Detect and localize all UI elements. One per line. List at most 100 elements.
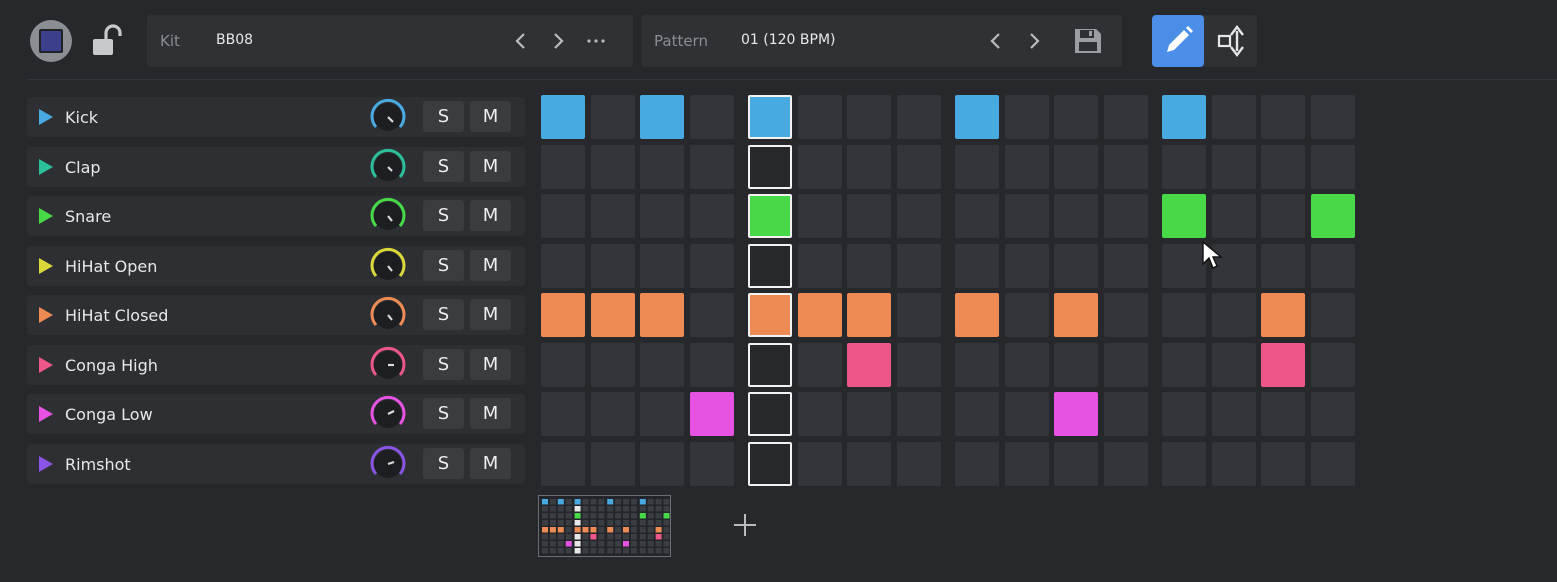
step-cell[interactable] [1211,343,1256,387]
step-cell[interactable] [896,343,941,387]
step-cell[interactable] [847,194,891,238]
volume-knob[interactable] [367,393,409,435]
step-cell[interactable] [748,392,792,436]
step-cell[interactable] [541,293,585,337]
step-cell[interactable] [847,244,891,288]
step-cell[interactable] [1004,392,1049,436]
step-cell[interactable] [1004,145,1049,189]
step-cell[interactable] [1310,95,1355,139]
step-cell[interactable] [590,293,635,337]
solo-button[interactable]: S [423,101,464,132]
step-cell[interactable] [541,392,585,436]
step-cell[interactable] [797,194,842,238]
step-cell[interactable] [689,145,734,189]
step-cell[interactable] [640,244,684,288]
step-cell[interactable] [689,194,734,238]
step-cell[interactable] [640,145,684,189]
step-cell[interactable] [590,343,635,387]
step-cell[interactable] [1103,392,1148,436]
resize-tool-button[interactable] [1210,15,1257,67]
step-cell[interactable] [1054,145,1098,189]
step-cell[interactable] [1211,392,1256,436]
step-cell[interactable] [1004,293,1049,337]
step-cell[interactable] [797,145,842,189]
mute-button[interactable]: M [470,101,511,132]
step-cell[interactable] [847,442,891,486]
step-cell[interactable] [1103,442,1148,486]
step-cell[interactable] [748,442,792,486]
step-cell[interactable] [847,343,891,387]
play-icon[interactable] [37,356,55,374]
volume-knob[interactable] [367,443,409,485]
unlocked-icon[interactable] [90,22,124,60]
step-cell[interactable] [1162,244,1206,288]
step-cell[interactable] [1054,194,1098,238]
solo-button[interactable]: S [423,448,464,479]
step-cell[interactable] [797,95,842,139]
step-cell[interactable] [689,343,734,387]
step-cell[interactable] [1004,194,1049,238]
step-cell[interactable] [748,145,792,189]
volume-knob[interactable] [367,96,409,138]
solo-button[interactable]: S [423,349,464,380]
step-cell[interactable] [1310,392,1355,436]
volume-knob[interactable] [367,146,409,188]
mute-button[interactable]: M [470,299,511,330]
step-cell[interactable] [896,293,941,337]
step-cell[interactable] [1103,194,1148,238]
play-icon[interactable] [37,257,55,275]
mute-button[interactable]: M [470,250,511,281]
pattern-thumbnail[interactable] [538,495,671,557]
step-cell[interactable] [797,442,842,486]
step-cell[interactable] [1103,145,1148,189]
step-cell[interactable] [541,194,585,238]
step-cell[interactable] [1310,343,1355,387]
step-cell[interactable] [1261,442,1305,486]
step-cell[interactable] [1004,442,1049,486]
step-cell[interactable] [896,145,941,189]
step-cell[interactable] [1211,145,1256,189]
step-cell[interactable] [748,194,792,238]
solo-button[interactable]: S [423,151,464,182]
step-cell[interactable] [590,442,635,486]
play-icon[interactable] [37,108,55,126]
play-icon[interactable] [37,207,55,225]
play-icon[interactable] [37,405,55,423]
step-cell[interactable] [689,293,734,337]
step-cell[interactable] [640,194,684,238]
volume-knob[interactable] [367,195,409,237]
mute-button[interactable]: M [470,200,511,231]
step-cell[interactable] [541,343,585,387]
kit-selector[interactable]: Kit BB08 [147,15,633,67]
play-icon[interactable] [37,306,55,324]
step-cell[interactable] [1162,392,1206,436]
mute-button[interactable]: M [470,398,511,429]
step-cell[interactable] [1261,194,1305,238]
step-cell[interactable] [1310,293,1355,337]
step-cell[interactable] [590,194,635,238]
step-cell[interactable] [1211,194,1256,238]
step-cell[interactable] [955,95,999,139]
step-cell[interactable] [1103,244,1148,288]
pattern-selector[interactable]: Pattern 01 (120 BPM) [642,15,1122,67]
step-cell[interactable] [689,244,734,288]
step-cell[interactable] [541,442,585,486]
step-cell[interactable] [896,244,941,288]
step-cell[interactable] [1261,95,1305,139]
step-cell[interactable] [1162,95,1206,139]
step-cell[interactable] [1103,95,1148,139]
play-icon[interactable] [37,158,55,176]
step-cell[interactable] [590,95,635,139]
step-cell[interactable] [1310,145,1355,189]
step-cell[interactable] [955,145,999,189]
step-cell[interactable] [748,343,792,387]
step-cell[interactable] [748,244,792,288]
step-cell[interactable] [689,442,734,486]
step-cell[interactable] [797,392,842,436]
step-cell[interactable] [590,145,635,189]
step-cell[interactable] [1211,293,1256,337]
step-cell[interactable] [689,95,734,139]
step-cell[interactable] [541,95,585,139]
step-cell[interactable] [1103,293,1148,337]
step-cell[interactable] [640,442,684,486]
